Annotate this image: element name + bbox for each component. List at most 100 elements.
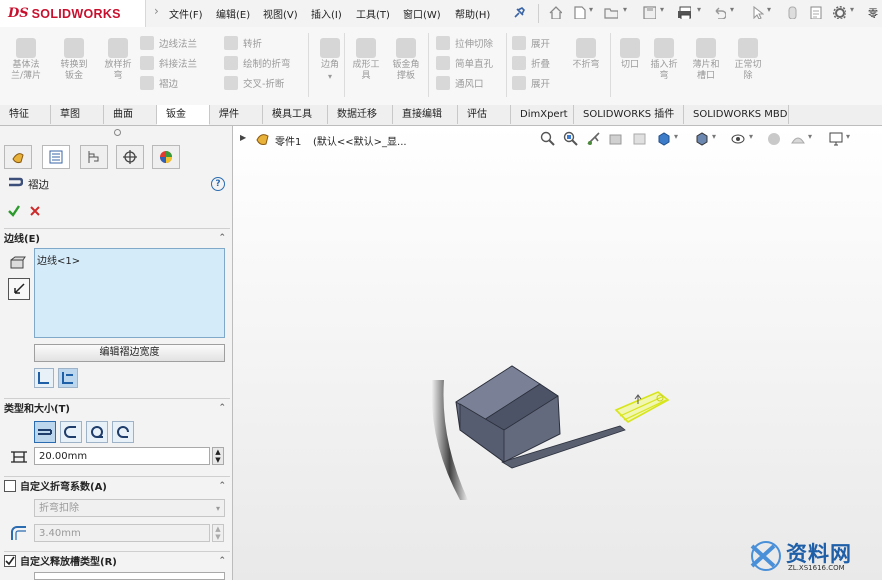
tab-data-migration[interactable]: 数据迁移 xyxy=(328,105,393,124)
bend-outside-button[interactable] xyxy=(58,368,78,388)
apply-scene-icon[interactable] xyxy=(790,131,806,146)
hide-show-dropdown-icon[interactable]: ▾ xyxy=(749,132,753,141)
material-inside-button[interactable] xyxy=(34,368,54,388)
ok-check-icon[interactable] xyxy=(7,204,21,218)
hem-type-open-button[interactable] xyxy=(60,421,82,443)
open-folder-icon[interactable] xyxy=(604,5,618,19)
feature-tree-part-name[interactable]: 零件1 xyxy=(275,133,301,148)
tree-expand-icon[interactable]: ▶ xyxy=(240,133,246,142)
tab-dimxpert[interactable]: DimXpert xyxy=(511,105,574,124)
relief-type-select[interactable] xyxy=(34,572,225,580)
menu-edit[interactable]: 编辑(E) xyxy=(216,6,250,21)
menu-file[interactable]: 文件(F) xyxy=(169,6,203,21)
view-orientation-dropdown-icon[interactable]: ▾ xyxy=(674,132,678,141)
options-gear-icon[interactable] xyxy=(832,5,846,19)
reverse-direction-button[interactable] xyxy=(8,278,30,300)
print-icon[interactable] xyxy=(677,5,691,19)
edit-appearance-icon[interactable] xyxy=(766,131,782,146)
file-properties-icon[interactable] xyxy=(808,5,822,19)
menu-tools[interactable]: 工具(T) xyxy=(356,6,390,21)
tab-property-manager[interactable] xyxy=(42,145,70,169)
vent-button[interactable]: 通风口 xyxy=(436,73,493,93)
view-settings-monitor-icon[interactable] xyxy=(828,131,844,146)
custom-relief-checkbox[interactable] xyxy=(4,554,16,567)
select-dropdown-icon[interactable]: ▾ xyxy=(767,5,771,14)
help-icon[interactable]: ? xyxy=(211,177,225,191)
select-cursor-icon[interactable] xyxy=(750,5,764,19)
display-style-icon[interactable] xyxy=(694,131,710,146)
menu-insert[interactable]: 插入(I) xyxy=(311,6,342,21)
section-view-icon[interactable] xyxy=(608,131,624,146)
menu-expand-icon[interactable]: › xyxy=(154,4,160,22)
hem-length-spinner[interactable]: ▲ ▼ xyxy=(212,447,224,465)
home-icon[interactable] xyxy=(548,5,562,19)
panel-collapse-handle-icon[interactable] xyxy=(114,129,121,136)
previous-view-icon[interactable] xyxy=(586,131,602,146)
edit-hem-width-button[interactable]: 编辑褶边宽度 xyxy=(34,344,225,362)
edges-section-header[interactable]: 边线(E) ⌃ xyxy=(4,228,230,246)
type-size-section-header[interactable]: 类型和大小(T) ⌃ xyxy=(4,398,230,416)
tab-configuration-manager[interactable] xyxy=(80,145,108,169)
view-orientation-icon[interactable] xyxy=(656,131,672,146)
save-dropdown-icon[interactable]: ▾ xyxy=(660,5,664,14)
traffic-light-icon[interactable] xyxy=(786,5,800,19)
forming-tool-button[interactable]: 成形工 具 xyxy=(346,38,386,82)
dynamic-annotation-icon[interactable] xyxy=(632,131,648,146)
custom-bend-allowance-header[interactable]: 自定义折弯系数(A) ⌃ xyxy=(4,476,230,494)
simple-hole-button[interactable]: 简单直孔 xyxy=(436,53,493,73)
tab-surfaces[interactable]: 曲面 xyxy=(104,105,157,124)
hem-type-tear-drop-button[interactable] xyxy=(86,421,108,443)
tab-dimxpert-manager[interactable] xyxy=(116,145,144,169)
no-bends-button[interactable]: 不折弯 xyxy=(566,38,606,71)
bend-deduction-input[interactable]: 3.40mm xyxy=(34,524,210,542)
normal-cut-button[interactable]: 正常切 除 xyxy=(728,38,768,82)
edge-list-item[interactable]: 边线<1> xyxy=(35,249,224,270)
hem-button[interactable]: 褶边 xyxy=(140,73,197,93)
extruded-cut-button[interactable]: 拉伸切除 xyxy=(436,33,493,53)
undo-icon[interactable] xyxy=(712,5,726,19)
solidworks-logo[interactable]: DS SOLIDWORKS xyxy=(0,0,146,27)
tab-evaluate[interactable]: 评估 xyxy=(458,105,511,124)
tab-solidworks-mbd[interactable]: SOLIDWORKS MBD xyxy=(684,105,789,124)
sheet-metal-part-model[interactable] xyxy=(420,350,680,510)
new-dropdown-icon[interactable]: ▾ xyxy=(589,5,593,14)
print-dropdown-icon[interactable]: ▾ xyxy=(697,5,701,14)
tab-mold-tools[interactable]: 模具工具 xyxy=(263,105,328,124)
apply-scene-dropdown-icon[interactable]: ▾ xyxy=(808,132,812,141)
custom-relief-header[interactable]: 自定义释放槽类型(R) ⌃ xyxy=(4,551,230,569)
hide-show-items-icon[interactable] xyxy=(730,131,746,146)
convert-to-sheet-metal-button[interactable]: 转换到 钣金 xyxy=(54,38,94,82)
lofted-bend-button[interactable]: 放样折 弯 xyxy=(98,38,138,82)
options-dropdown-icon[interactable]: ▾ xyxy=(850,5,854,14)
new-document-icon[interactable] xyxy=(572,5,586,19)
tab-solidworks-addins[interactable]: SOLIDWORKS 插件 xyxy=(574,105,684,124)
hem-type-rolled-button[interactable] xyxy=(112,421,134,443)
menu-view[interactable]: 视图(V) xyxy=(263,6,298,21)
tab-weldments[interactable]: 焊件 xyxy=(210,105,263,124)
tab-direct-editing[interactable]: 直接编辑 xyxy=(393,105,458,124)
bend-deduction-select[interactable]: 折弯扣除 ▾ xyxy=(34,499,225,517)
tab-display-manager[interactable] xyxy=(152,145,180,169)
sketched-bend-button[interactable]: 绘制的折弯 xyxy=(224,53,291,73)
tab-features[interactable]: 特征 xyxy=(0,105,51,124)
tab-sheet-metal[interactable]: 钣金 xyxy=(157,105,210,125)
unfold-button[interactable]: 展开 xyxy=(512,33,550,53)
open-dropdown-icon[interactable]: ▾ xyxy=(623,5,627,14)
jog-button[interactable]: 转折 xyxy=(224,33,291,53)
zoom-to-fit-icon[interactable] xyxy=(540,131,556,146)
pin-icon[interactable] xyxy=(512,6,526,20)
flatten-button[interactable]: 展开 xyxy=(512,73,550,93)
edges-selection-list[interactable]: 边线<1> xyxy=(34,248,225,338)
zoom-to-area-icon[interactable] xyxy=(563,131,579,146)
bend-deduction-spinner[interactable]: ▲ ▼ xyxy=(212,524,224,542)
tab-feature-manager[interactable] xyxy=(4,145,32,169)
insert-bends-button[interactable]: 插入折 弯 xyxy=(644,38,684,82)
fold-button[interactable]: 折叠 xyxy=(512,53,550,73)
view-settings-dropdown-icon[interactable]: ▾ xyxy=(846,132,850,141)
miter-flange-button[interactable]: 斜接法兰 xyxy=(140,53,197,73)
cross-break-button[interactable]: 交叉-折断 xyxy=(224,73,291,93)
base-flange-button[interactable]: 基体法 兰/薄片 xyxy=(6,38,46,82)
menu-help[interactable]: 帮助(H) xyxy=(455,6,490,21)
cancel-x-icon[interactable] xyxy=(29,205,41,217)
sheet-metal-gusset-button[interactable]: 钣金角 撑板 xyxy=(386,38,426,82)
